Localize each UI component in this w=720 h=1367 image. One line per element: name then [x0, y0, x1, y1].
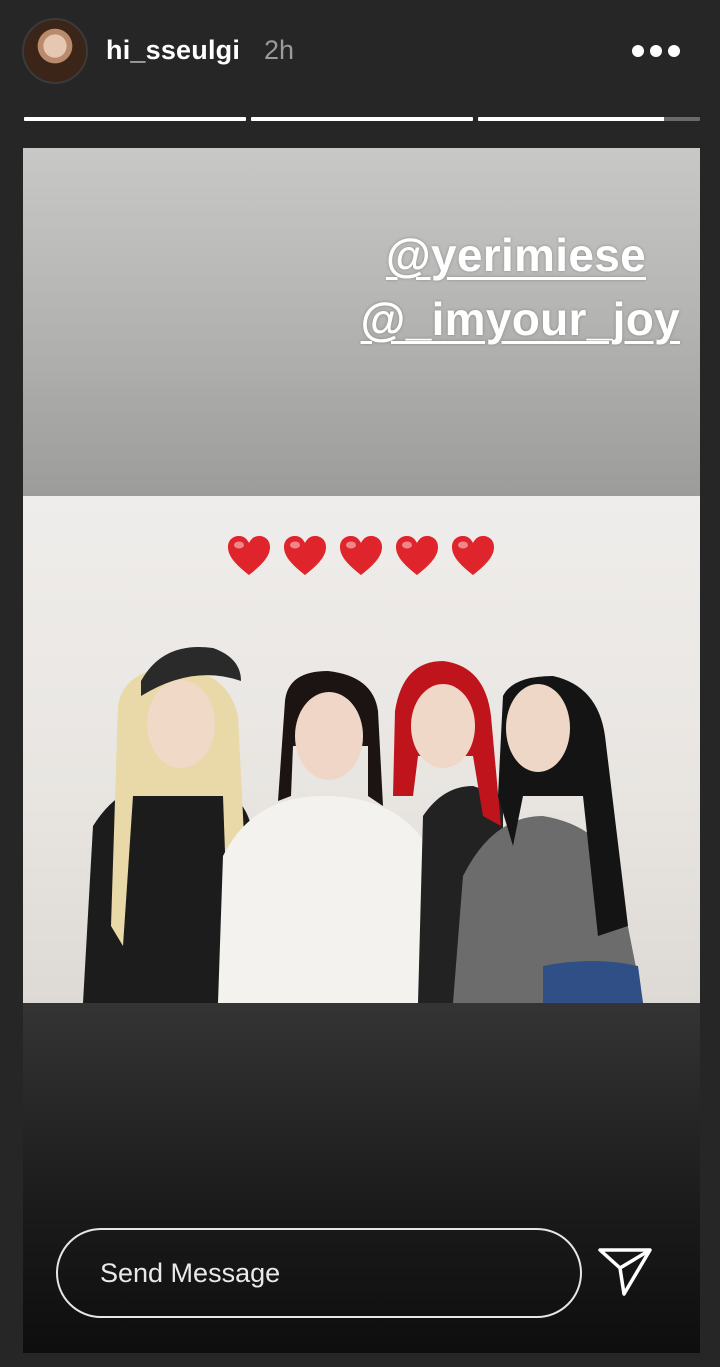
story-photo — [23, 496, 700, 1003]
send-message-input[interactable]: Send Message — [56, 1228, 582, 1318]
timestamp: 2h — [264, 35, 295, 65]
story-content[interactable]: @yerimiese @_imyour_joy — [23, 148, 700, 1353]
mention-tag[interactable]: @_imyour_joy — [361, 292, 680, 346]
username[interactable]: hi_sseulgi — [106, 35, 240, 66]
send-message-placeholder: Send Message — [100, 1257, 281, 1288]
mention-tag[interactable]: @yerimiese — [386, 228, 646, 282]
group-photo-illustration — [83, 646, 643, 1003]
progress-segment — [478, 117, 700, 121]
story-header: hi_sseulgi 2h — [0, 0, 720, 110]
avatar[interactable] — [22, 18, 88, 84]
story-background-top: @yerimiese @_imyour_joy — [23, 148, 700, 496]
send-direct-icon[interactable] — [596, 1246, 654, 1298]
progress-segment — [251, 117, 473, 121]
more-options-icon[interactable] — [632, 36, 684, 66]
story-progress-bar — [24, 117, 700, 121]
progress-segment — [24, 117, 246, 121]
